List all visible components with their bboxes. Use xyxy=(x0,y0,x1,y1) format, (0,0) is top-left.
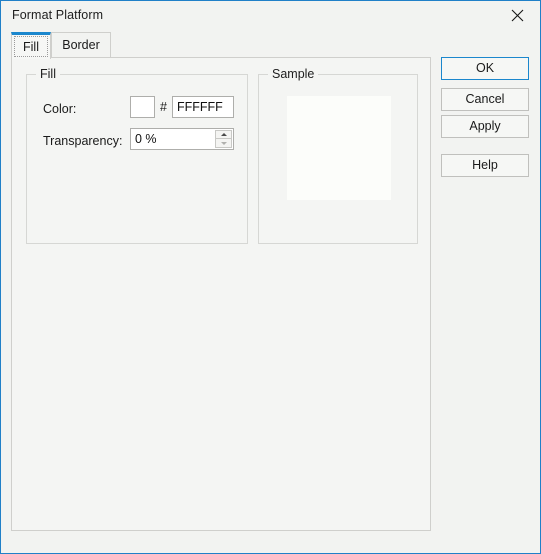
color-label: Color: xyxy=(43,102,77,116)
color-swatch-button[interactable] xyxy=(130,96,155,118)
hash-label: # xyxy=(160,100,167,114)
tab-border[interactable]: Border xyxy=(51,32,111,58)
cancel-button[interactable]: Cancel xyxy=(441,88,529,111)
close-icon xyxy=(511,9,524,22)
sample-group-box: Sample xyxy=(258,67,418,244)
title-bar: Format Platform xyxy=(1,1,540,31)
apply-button[interactable]: Apply xyxy=(441,115,529,138)
sample-group-legend: Sample xyxy=(268,67,319,81)
help-button[interactable]: Help xyxy=(441,154,529,177)
transparency-decrement-button[interactable] xyxy=(215,139,232,148)
tab-border-label: Border xyxy=(62,38,100,52)
fill-group-legend: Fill xyxy=(36,67,60,81)
sample-preview-swatch xyxy=(287,96,391,200)
tab-fill[interactable]: Fill xyxy=(11,32,51,59)
tab-fill-label: Fill xyxy=(23,40,39,54)
arrow-down-icon xyxy=(220,141,227,145)
transparency-label: Transparency: xyxy=(43,134,123,148)
window-title: Format Platform xyxy=(12,8,104,22)
transparency-increment-button[interactable] xyxy=(215,130,232,139)
transparency-stepper[interactable] xyxy=(130,128,234,150)
close-button[interactable] xyxy=(495,1,540,30)
color-hex-input[interactable] xyxy=(172,96,234,118)
arrow-up-icon xyxy=(220,133,227,136)
tab-content-panel: Fill Color: # Transparency: Sampl xyxy=(11,57,431,531)
ok-button[interactable]: OK xyxy=(441,57,529,80)
fill-group-box: Fill Color: # Transparency: xyxy=(26,67,248,244)
format-platform-dialog: Format Platform Border Fill Fill Color: xyxy=(0,0,541,554)
transparency-spin-buttons xyxy=(215,130,232,148)
transparency-input[interactable] xyxy=(131,129,213,149)
